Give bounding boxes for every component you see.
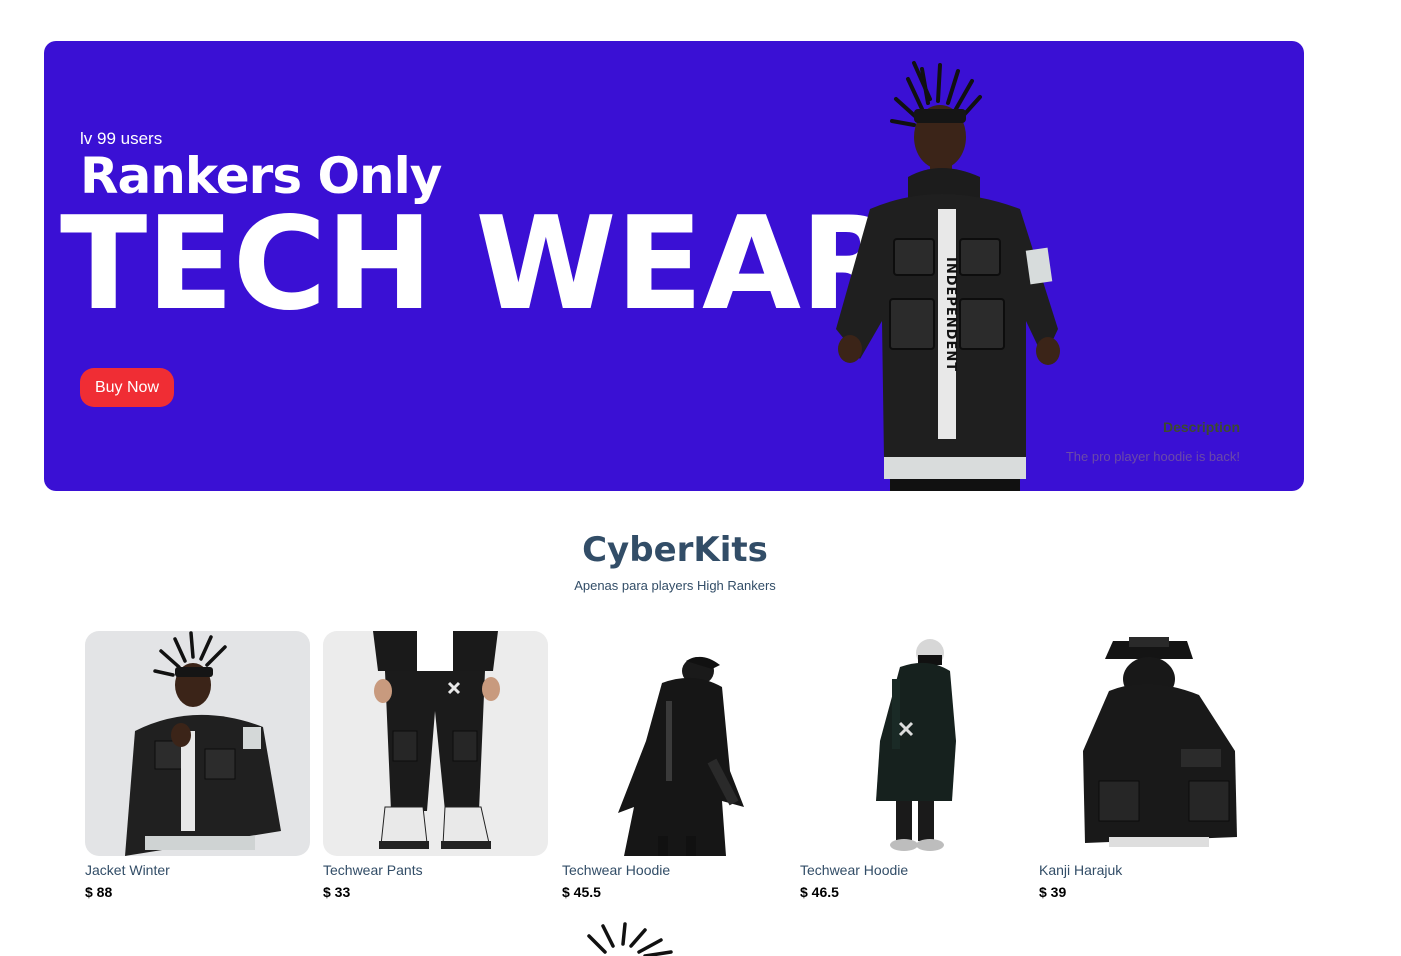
buy-now-button[interactable]: Buy Now bbox=[80, 368, 174, 407]
section-title: CyberKits bbox=[582, 530, 768, 570]
jacket-winter-image[interactable] bbox=[85, 631, 310, 856]
product-name: Techwear Hoodie bbox=[800, 862, 909, 878]
product-name: Techwear Pants bbox=[323, 862, 423, 878]
product-card[interactable]: Jacket Winter $ 88 bbox=[85, 631, 310, 900]
hero-banner: lv 99 users Rankers Only TECH WEAR Buy N… bbox=[44, 41, 1304, 491]
hero-title: TECH WEAR bbox=[60, 190, 899, 339]
hero-description: Description The pro player hoodie is bac… bbox=[1066, 419, 1240, 464]
product-card[interactable]: Kanji Harajuk $ 39 bbox=[1039, 631, 1264, 900]
kanji-harajuk-image[interactable] bbox=[1039, 631, 1264, 856]
product-name: Techwear Hoodie bbox=[562, 862, 671, 878]
techwear-hoodie-image[interactable] bbox=[800, 631, 1025, 856]
techwear-hoodie-image[interactable] bbox=[562, 631, 787, 856]
hero-model-print: INDEPENDENT bbox=[943, 257, 958, 372]
product-card[interactable]: Techwear Pants $ 33 bbox=[323, 631, 548, 900]
product-name: Kanji Harajuk bbox=[1039, 862, 1123, 878]
next-row-peek-image bbox=[585, 922, 675, 956]
section-subtitle: Apenas para players High Rankers bbox=[574, 578, 776, 593]
product-name: Jacket Winter bbox=[85, 862, 170, 878]
product-price: $ 46.5 bbox=[800, 884, 839, 900]
description-text: The pro player hoodie is back! bbox=[1065, 449, 1240, 464]
description-title: Description bbox=[1162, 419, 1240, 435]
hero-tag: lv 99 users bbox=[80, 129, 163, 148]
product-price: $ 88 bbox=[85, 884, 113, 900]
product-card[interactable]: Techwear Hoodie $ 45.5 bbox=[562, 631, 787, 900]
product-price: $ 39 bbox=[1039, 884, 1067, 900]
techwear-pants-image[interactable] bbox=[323, 631, 548, 856]
product-card[interactable]: Techwear Hoodie $ 46.5 bbox=[800, 631, 1025, 900]
product-price: $ 45.5 bbox=[562, 884, 601, 900]
product-price: $ 33 bbox=[323, 884, 351, 900]
hero-model-image: INDEPENDENT bbox=[836, 61, 1060, 491]
